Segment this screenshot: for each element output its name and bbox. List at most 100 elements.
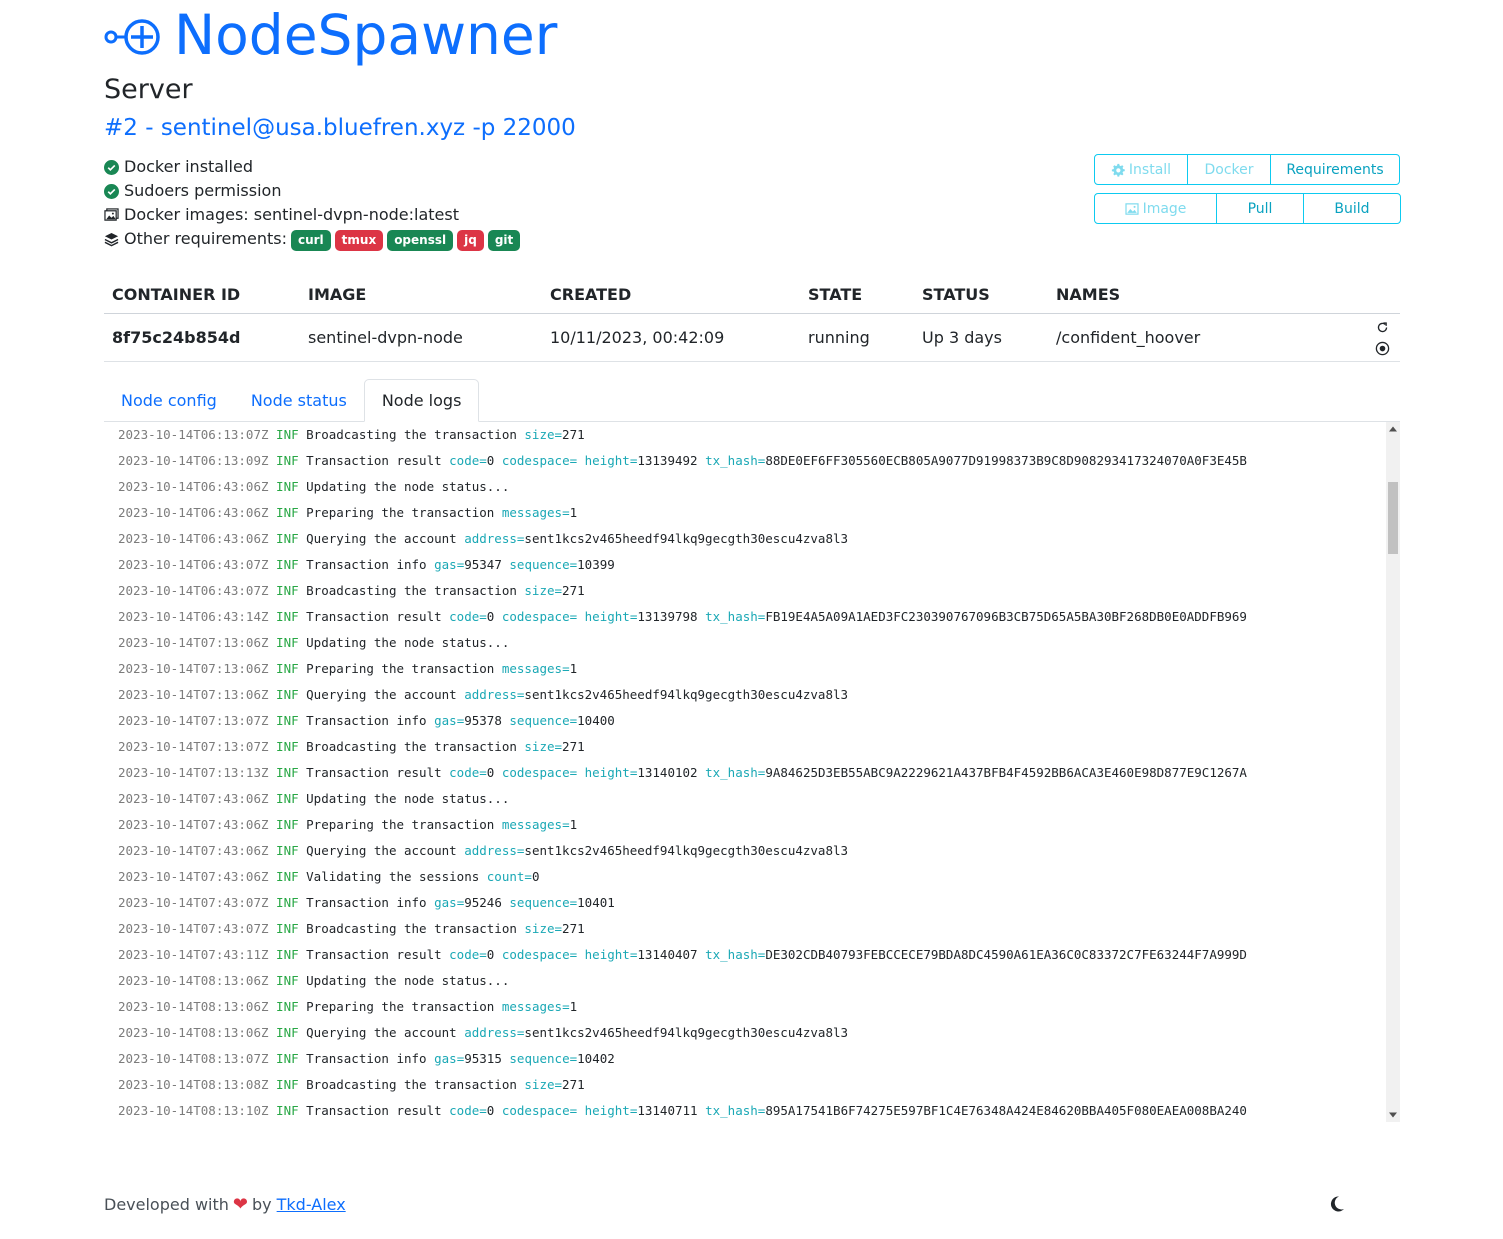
log-message: Transaction result xyxy=(306,765,442,780)
tab-node-status[interactable]: Node status xyxy=(234,379,364,421)
log-key: sequence xyxy=(509,557,570,572)
log-message: Transaction result xyxy=(306,609,442,624)
log-value: 10399 xyxy=(577,557,615,572)
server-checks: Docker installed Sudoers permission Dock… xyxy=(104,155,521,251)
log-level: INF xyxy=(276,1025,299,1040)
brand[interactable]: NodeSpawner xyxy=(104,2,557,68)
image-button-group: Image Pull Build xyxy=(1094,193,1401,224)
log-level: INF xyxy=(276,713,299,728)
log-timestamp: 2023-10-14T07:43:07Z xyxy=(118,895,269,910)
log-value: 88DE0EF6FF305560ECB805A9077D91998373B9C8… xyxy=(765,453,1247,468)
log-equals: = xyxy=(569,557,578,572)
logs-scrollbar[interactable] xyxy=(1386,422,1400,1122)
tab-node-config[interactable]: Node config xyxy=(104,379,234,421)
log-message: Validating the sessions xyxy=(306,869,480,884)
log-key: codespace xyxy=(501,1103,570,1118)
log-level: INF xyxy=(276,895,299,910)
log-message: Transaction info xyxy=(306,895,427,910)
log-value: sent1kcs2v465heedf94lkq9gecgth30escu4zva… xyxy=(524,531,849,546)
log-key: codespace xyxy=(501,765,570,780)
log-message: Querying the account xyxy=(306,687,457,702)
scroll-down-arrow-icon[interactable] xyxy=(1386,1108,1400,1122)
log-message: Broadcasting the transaction xyxy=(306,739,517,754)
install-button[interactable]: Install xyxy=(1095,155,1188,184)
check-label: Docker images: sentinel-dvpn-node:latest xyxy=(124,205,459,224)
log-key: sequence xyxy=(509,895,570,910)
moon-icon[interactable] xyxy=(1326,1194,1346,1214)
log-value: 10401 xyxy=(577,895,615,910)
log-key: height xyxy=(584,1103,630,1118)
footer-prefix: Developed with xyxy=(104,1194,229,1214)
log-timestamp: 2023-10-14T07:13:07Z xyxy=(118,739,269,754)
log-key: height xyxy=(584,765,630,780)
requirements-button-label: Requirements xyxy=(1286,161,1384,178)
log-timestamp: 2023-10-14T07:43:06Z xyxy=(118,791,269,806)
check-label: Docker installed xyxy=(124,157,253,176)
log-equals: = xyxy=(479,947,487,962)
server-link[interactable]: #2 - sentinel@usa.bluefren.xyz -p 22000 xyxy=(104,115,576,141)
log-timestamp: 2023-10-14T08:13:06Z xyxy=(118,973,269,988)
log-key: sequence xyxy=(509,713,570,728)
log-equals: = xyxy=(479,1103,487,1118)
log-line: 2023-10-14T07:43:07Z INF Transaction inf… xyxy=(118,890,1378,916)
tab-node-logs[interactable]: Node logs xyxy=(363,379,480,422)
cell-image: sentinel-dvpn-node xyxy=(300,313,542,362)
scroll-up-arrow-icon[interactable] xyxy=(1386,422,1400,436)
restart-icon[interactable] xyxy=(1372,318,1392,338)
node-logs-panel[interactable]: 2023-10-14T06:13:07Z INF Broadcasting th… xyxy=(104,422,1400,1122)
log-key: address xyxy=(464,1025,517,1040)
log-value: 9A84625D3EB55ABC9A2229621A437BFB4F4592BB… xyxy=(765,765,1247,780)
image-button[interactable]: Image xyxy=(1095,194,1217,223)
log-value: 271 xyxy=(562,1077,585,1092)
log-key: size xyxy=(524,427,555,442)
log-equals: = xyxy=(569,1103,578,1118)
log-key: height xyxy=(584,609,630,624)
log-line: 2023-10-14T06:43:07Z INF Transaction inf… xyxy=(118,552,1378,578)
col-state: STATE xyxy=(800,275,914,314)
scroll-thumb[interactable] xyxy=(1388,482,1398,554)
log-key: codespace xyxy=(501,947,570,962)
log-equals: = xyxy=(562,505,570,520)
log-timestamp: 2023-10-14T06:43:06Z xyxy=(118,479,269,494)
log-timestamp: 2023-10-14T07:13:06Z xyxy=(118,687,269,702)
check-docker-images: Docker images: sentinel-dvpn-node:latest xyxy=(104,203,520,227)
pull-button[interactable]: Pull xyxy=(1217,194,1304,223)
log-message: Updating the node status... xyxy=(306,973,510,988)
log-equals: = xyxy=(569,1051,578,1066)
log-equals: = xyxy=(562,661,570,676)
table-header-row: CONTAINER ID IMAGE CREATED STATE STATUS … xyxy=(104,275,1400,314)
col-status: STATUS xyxy=(914,275,1048,314)
log-key: messages xyxy=(501,505,563,520)
log-value: FB19E4A5A09A1AED3FC230390767096B3CB75D65… xyxy=(765,609,1247,624)
build-button-label: Build xyxy=(1334,200,1370,217)
col-container-id: CONTAINER ID xyxy=(104,275,300,314)
log-level: INF xyxy=(276,947,299,962)
log-level: INF xyxy=(276,505,299,520)
log-message: Preparing the transaction xyxy=(306,661,495,676)
log-level: INF xyxy=(276,661,299,676)
log-line: 2023-10-14T07:13:07Z INF Transaction inf… xyxy=(118,708,1378,734)
log-line: 2023-10-14T08:13:06Z INF Querying the ac… xyxy=(118,1020,1378,1046)
log-line: 2023-10-14T08:13:06Z INF Updating the no… xyxy=(118,968,1378,994)
build-button[interactable]: Build xyxy=(1304,194,1400,223)
stop-icon[interactable] xyxy=(1372,338,1392,358)
log-key: messages xyxy=(501,661,563,676)
footer-by: by xyxy=(252,1194,272,1214)
docker-button[interactable]: Docker xyxy=(1188,155,1271,184)
requirements-button[interactable]: Requirements xyxy=(1271,155,1399,184)
log-key: gas xyxy=(434,713,457,728)
log-level: INF xyxy=(276,583,299,598)
log-equals: = xyxy=(554,583,563,598)
cell-names: /confident_hoover xyxy=(1048,313,1322,362)
node-tabs: Node config Node status Node logs xyxy=(104,379,1400,422)
log-value: 10400 xyxy=(577,713,615,728)
log-level: INF xyxy=(276,739,299,754)
log-value: 1 xyxy=(569,817,578,832)
check-circle-icon xyxy=(104,159,119,175)
log-equals: = xyxy=(554,739,563,754)
author-link[interactable]: Tkd-Alex xyxy=(277,1195,346,1214)
log-key: tx_hash xyxy=(705,453,758,468)
log-line: 2023-10-14T06:43:06Z INF Preparing the t… xyxy=(118,500,1378,526)
log-key: sequence xyxy=(509,1051,570,1066)
log-line: 2023-10-14T07:43:06Z INF Preparing the t… xyxy=(118,812,1378,838)
